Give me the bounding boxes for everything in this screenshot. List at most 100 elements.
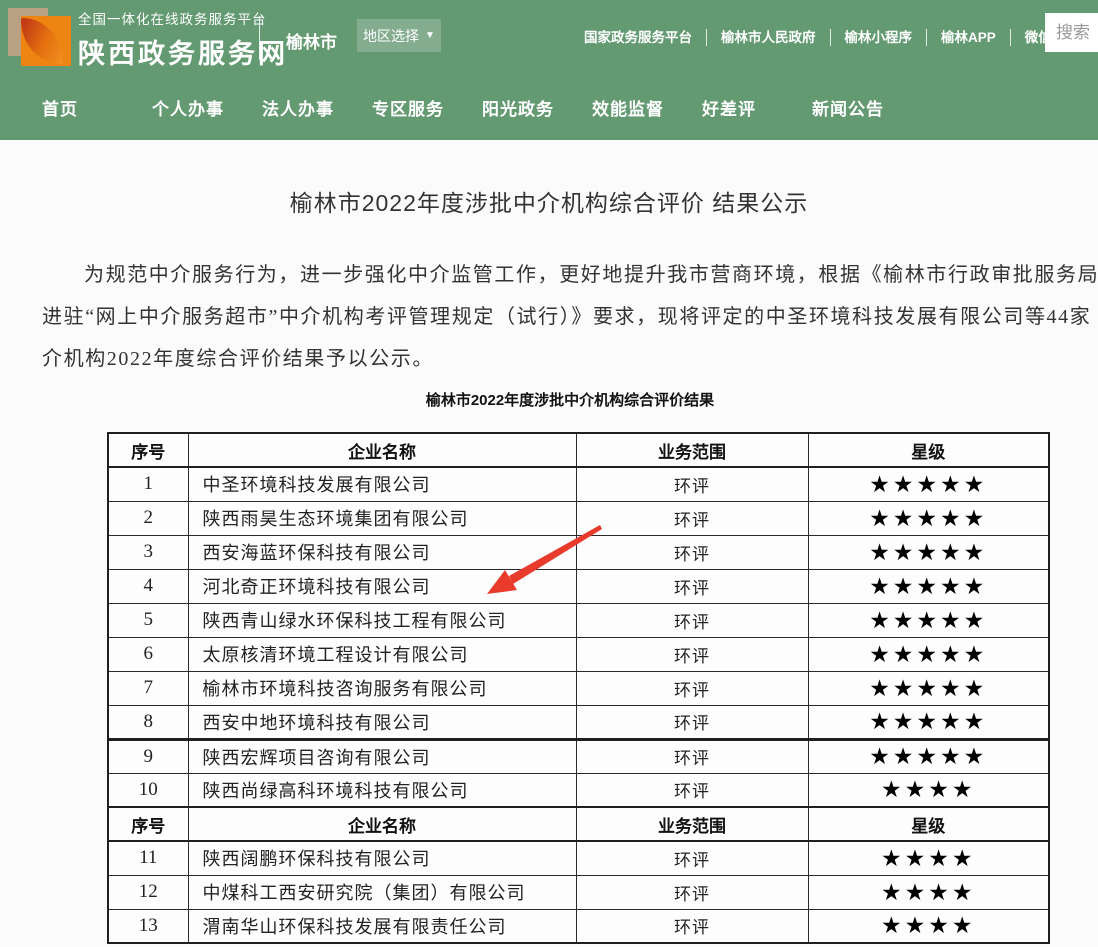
company-name-cell: 西安中地环境科技有限公司 <box>188 705 576 739</box>
company-name-cell: 西安海蓝环保科技有限公司 <box>188 535 576 569</box>
star-rating-cell: ★★★★★ <box>808 603 1049 637</box>
row-number-cell: 7 <box>108 671 188 705</box>
business-scope-cell: 环评 <box>576 841 808 875</box>
nav-item-7[interactable]: 新闻公告 <box>812 95 922 120</box>
business-scope-cell: 环评 <box>576 909 808 943</box>
column-header: 业务范围 <box>576 807 808 841</box>
star-rating-cell: ★★★★★ <box>808 739 1049 773</box>
table-row: 9陕西宏辉项目咨询有限公司环评★★★★★ <box>108 739 1049 773</box>
quick-link-3[interactable]: 榆林APP <box>927 29 1011 46</box>
row-number-cell: 12 <box>108 875 188 909</box>
table-row: 5陕西青山绿水环保科技工程有限公司环评★★★★★ <box>108 603 1049 637</box>
nav-item-4[interactable]: 阳光政务 <box>482 95 592 120</box>
row-number-cell: 4 <box>108 569 188 603</box>
column-header: 序号 <box>108 807 188 841</box>
table-row: 10陕西尚绿高科环境科技有限公司环评★★★★ <box>108 773 1049 807</box>
region-select-button[interactable]: 地区选择 ▼ <box>357 19 441 52</box>
column-header: 业务范围 <box>576 433 808 467</box>
company-name-cell: 太原核清环境工程设计有限公司 <box>188 637 576 671</box>
company-name-cell: 陕西尚绿高科环境科技有限公司 <box>188 773 576 807</box>
star-rating-cell: ★★★★ <box>808 909 1049 943</box>
star-rating-cell: ★★★★★ <box>808 637 1049 671</box>
row-number-cell: 10 <box>108 773 188 807</box>
company-name-cell: 中圣环境科技发展有限公司 <box>188 467 576 501</box>
quick-link-2[interactable]: 榆林小程序 <box>831 29 928 46</box>
business-scope-cell: 环评 <box>576 637 808 671</box>
table-row: 3西安海蓝环保科技有限公司环评★★★★★ <box>108 535 1049 569</box>
company-name-cell: 陕西青山绿水环保科技工程有限公司 <box>188 603 576 637</box>
table-row: 11陕西阔鹏环保科技有限公司环评★★★★ <box>108 841 1049 875</box>
main-nav: 首页个人办事法人办事专区服务阳光政务效能监督好差评新闻公告 <box>0 75 1098 140</box>
column-header: 星级 <box>808 807 1049 841</box>
column-header: 企业名称 <box>188 433 576 467</box>
paragraph-line-1: 为规范中介服务行为，进一步强化中介监管工作，更好地提升我市营商环境，根据《榆林市… <box>42 258 1098 287</box>
column-header: 序号 <box>108 433 188 467</box>
quick-link-0[interactable]: 国家政务服务平台 <box>570 29 707 46</box>
paragraph-line-2: 进驻“网上中介服务超市”中介机构考评管理规定（试行）》要求，现将评定的中圣环境科… <box>42 300 1091 329</box>
table-row: 2陕西雨昊生态环境集团有限公司环评★★★★★ <box>108 501 1049 535</box>
star-rating-cell: ★★★★★ <box>808 467 1049 501</box>
company-name-cell: 河北奇正环境科技有限公司 <box>188 569 576 603</box>
company-name-cell: 陕西阔鹏环保科技有限公司 <box>188 841 576 875</box>
evaluation-table: 序号企业名称业务范围星级1中圣环境科技发展有限公司环评★★★★★2陕西雨昊生态环… <box>107 432 1050 944</box>
nav-item-0[interactable]: 首页 <box>42 95 152 120</box>
nav-item-1[interactable]: 个人办事 <box>152 95 262 120</box>
star-rating-cell: ★★★★ <box>808 773 1049 807</box>
quick-link-1[interactable]: 榆林市人民政府 <box>707 29 831 46</box>
page-title: 榆林市2022年度涉批中介机构综合评价 结果公示 <box>0 184 1098 218</box>
table-row: 4河北奇正环境科技有限公司环评★★★★★ <box>108 569 1049 603</box>
site-logo-icon <box>8 5 72 69</box>
region-select-label: 地区选择 <box>363 26 419 46</box>
row-number-cell: 2 <box>108 501 188 535</box>
table-row: 13渭南华山环保科技发展有限责任公司环评★★★★ <box>108 909 1049 943</box>
star-rating-cell: ★★★★★ <box>808 705 1049 739</box>
current-city-label: 榆林市 <box>286 28 337 53</box>
row-number-cell: 8 <box>108 705 188 739</box>
business-scope-cell: 环评 <box>576 535 808 569</box>
table-caption: 榆林市2022年度涉批中介机构综合评价结果 <box>0 389 1098 410</box>
table-header-row: 序号企业名称业务范围星级 <box>108 807 1049 841</box>
search-input[interactable] <box>1045 13 1098 52</box>
business-scope-cell: 环评 <box>576 739 808 773</box>
table-row: 1中圣环境科技发展有限公司环评★★★★★ <box>108 467 1049 501</box>
evaluation-table-body: 序号企业名称业务范围星级1中圣环境科技发展有限公司环评★★★★★2陕西雨昊生态环… <box>108 433 1049 943</box>
business-scope-cell: 环评 <box>576 467 808 501</box>
business-scope-cell: 环评 <box>576 501 808 535</box>
header-divider <box>259 16 260 60</box>
company-name-cell: 陕西宏辉项目咨询有限公司 <box>188 739 576 773</box>
table-row: 12中煤科工西安研究院（集团）有限公司环评★★★★ <box>108 875 1049 909</box>
business-scope-cell: 环评 <box>576 773 808 807</box>
site-name: 陕西政务服务网 <box>78 32 288 71</box>
business-scope-cell: 环评 <box>576 671 808 705</box>
row-number-cell: 11 <box>108 841 188 875</box>
paragraph-line-3: 介机构2022年度综合评价结果予以公示。 <box>42 342 434 371</box>
table-row: 8西安中地环境科技有限公司环评★★★★★ <box>108 705 1049 739</box>
row-number-cell: 3 <box>108 535 188 569</box>
nav-item-6[interactable]: 好差评 <box>702 95 812 120</box>
star-rating-cell: ★★★★★ <box>808 569 1049 603</box>
row-number-cell: 5 <box>108 603 188 637</box>
brand-block: 全国一体化在线政务服务平台 陕西政务服务网 <box>78 8 288 71</box>
star-rating-cell: ★★★★★ <box>808 535 1049 569</box>
star-rating-cell: ★★★★★ <box>808 671 1049 705</box>
company-name-cell: 陕西雨昊生态环境集团有限公司 <box>188 501 576 535</box>
business-scope-cell: 环评 <box>576 705 808 739</box>
row-number-cell: 1 <box>108 467 188 501</box>
chevron-down-icon: ▼ <box>425 30 435 41</box>
row-number-cell: 9 <box>108 739 188 773</box>
company-name-cell: 渭南华山环保科技发展有限责任公司 <box>188 909 576 943</box>
nav-item-5[interactable]: 效能监督 <box>592 95 702 120</box>
nav-item-3[interactable]: 专区服务 <box>372 95 482 120</box>
column-header: 企业名称 <box>188 807 576 841</box>
star-rating-cell: ★★★★ <box>808 875 1049 909</box>
business-scope-cell: 环评 <box>576 569 808 603</box>
star-rating-cell: ★★★★ <box>808 841 1049 875</box>
quick-links: 国家政务服务平台榆林市人民政府榆林小程序榆林APP微信公众号 <box>570 0 1098 75</box>
business-scope-cell: 环评 <box>576 875 808 909</box>
nav-item-2[interactable]: 法人办事 <box>262 95 372 120</box>
document-area: 榆林市2022年度涉批中介机构综合评价 结果公示 为规范中介服务行为，进一步强化… <box>0 140 1098 947</box>
site-header: 全国一体化在线政务服务平台 陕西政务服务网 榆林市 地区选择 ▼ 国家政务服务平… <box>0 0 1098 140</box>
row-number-cell: 6 <box>108 637 188 671</box>
table-row: 7榆林市环境科技咨询服务有限公司环评★★★★★ <box>108 671 1049 705</box>
star-rating-cell: ★★★★★ <box>808 501 1049 535</box>
